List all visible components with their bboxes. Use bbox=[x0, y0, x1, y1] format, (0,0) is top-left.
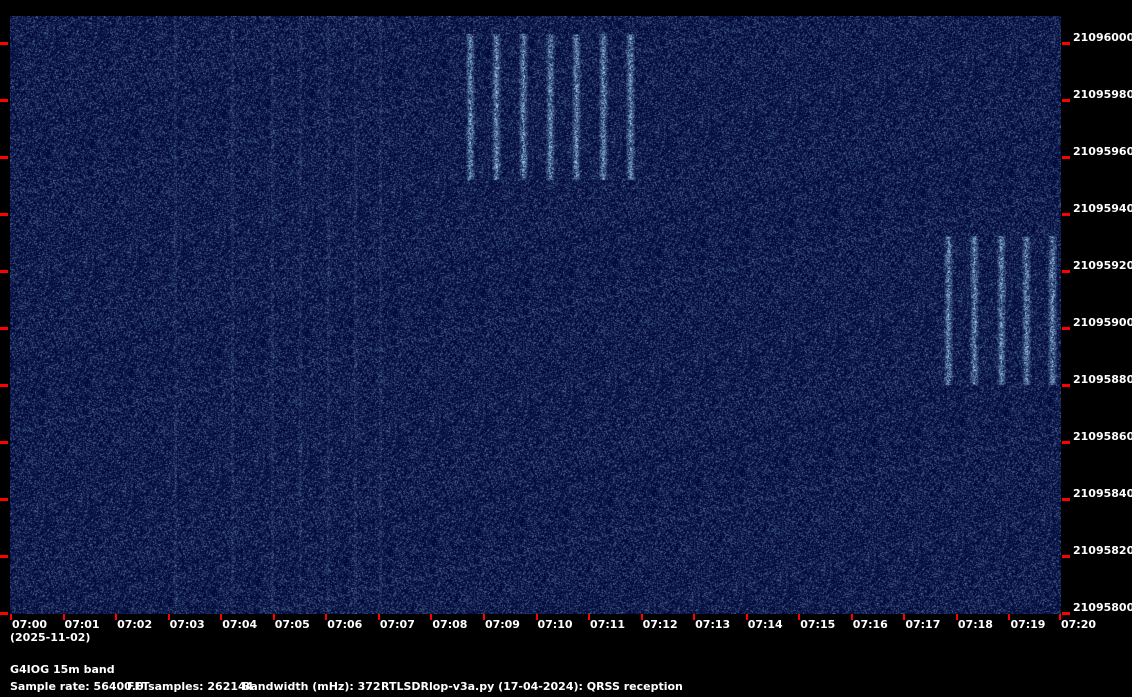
x-tick-label: 07:15 bbox=[800, 618, 836, 631]
x-tick-label: 07:13 bbox=[695, 618, 731, 631]
y-tick-right bbox=[1062, 213, 1070, 216]
x-tick-label: 07:12 bbox=[642, 618, 678, 631]
y-tick-left bbox=[0, 498, 8, 501]
y-tick-left bbox=[0, 555, 8, 558]
y-tick-label: 21095940 bbox=[1073, 202, 1132, 215]
y-tick-right bbox=[1062, 612, 1070, 615]
y-tick-left bbox=[0, 441, 8, 444]
y-tick-label: 21095800 bbox=[1073, 601, 1132, 614]
y-tick-right bbox=[1062, 327, 1070, 330]
x-tick-label: 07:05 bbox=[274, 618, 310, 631]
x-tick-label: 07:14 bbox=[747, 618, 783, 631]
y-tick-left bbox=[0, 270, 8, 273]
y-tick-left bbox=[0, 213, 8, 216]
x-tick-label: 07:01 bbox=[64, 618, 100, 631]
y-tick-label: 21095920 bbox=[1073, 259, 1132, 272]
x-tick-label: 07:09 bbox=[484, 618, 520, 631]
station-label: G4IOG 15m band bbox=[10, 663, 115, 676]
y-tick-right bbox=[1062, 99, 1070, 102]
fft-samples: FFTsamples: 262144 bbox=[127, 680, 254, 693]
x-tick-label: 07:17 bbox=[905, 618, 941, 631]
y-tick-label: 21096000 bbox=[1073, 31, 1132, 44]
x-tick-label: 07:02 bbox=[117, 618, 153, 631]
x-tick-label: 07:18 bbox=[957, 618, 993, 631]
y-tick-right bbox=[1062, 384, 1070, 387]
y-tick-right bbox=[1062, 270, 1070, 273]
y-tick-label: 21095840 bbox=[1073, 487, 1132, 500]
y-tick-label: 21095880 bbox=[1073, 373, 1132, 386]
x-tick-label: 07:00 bbox=[12, 618, 48, 631]
x-tick-label: 07:04 bbox=[222, 618, 258, 631]
bandwidth: Bandwidth (mHz): 372 bbox=[242, 680, 381, 693]
x-tick-label: 07:10 bbox=[537, 618, 573, 631]
x-tick-label: 07:11 bbox=[590, 618, 626, 631]
y-tick-left bbox=[0, 99, 8, 102]
x-tick-label: 07:03 bbox=[169, 618, 205, 631]
x-tick-label: 07:08 bbox=[432, 618, 468, 631]
x-tick-label: 07:20 bbox=[1061, 618, 1097, 631]
x-tick-label: 07:06 bbox=[327, 618, 363, 631]
y-tick-left bbox=[0, 612, 8, 615]
program-info: RTLSDRlop-v3a.py (17-04-2024): QRSS rece… bbox=[381, 680, 683, 693]
y-tick-left bbox=[0, 42, 8, 45]
y-tick-right bbox=[1062, 156, 1070, 159]
y-tick-label: 21095960 bbox=[1073, 145, 1132, 158]
x-tick-label: 07:07 bbox=[379, 618, 415, 631]
date-label: (2025-11-02) bbox=[10, 631, 91, 644]
y-tick-right bbox=[1062, 555, 1070, 558]
y-tick-right bbox=[1062, 498, 1070, 501]
y-tick-left bbox=[0, 384, 8, 387]
x-tick-label: 07:16 bbox=[852, 618, 888, 631]
sample-rate: Sample rate: 56400.0 bbox=[10, 680, 144, 693]
x-tick-label: 07:19 bbox=[1010, 618, 1046, 631]
spectrogram-waterfall bbox=[10, 16, 1061, 614]
y-tick-left bbox=[0, 156, 8, 159]
y-tick-label: 21095860 bbox=[1073, 430, 1132, 443]
y-tick-right bbox=[1062, 42, 1070, 45]
y-tick-right bbox=[1062, 441, 1070, 444]
y-tick-label: 21095980 bbox=[1073, 88, 1132, 101]
y-tick-label: 21095900 bbox=[1073, 316, 1132, 329]
y-tick-label: 21095820 bbox=[1073, 544, 1132, 557]
y-tick-left bbox=[0, 327, 8, 330]
